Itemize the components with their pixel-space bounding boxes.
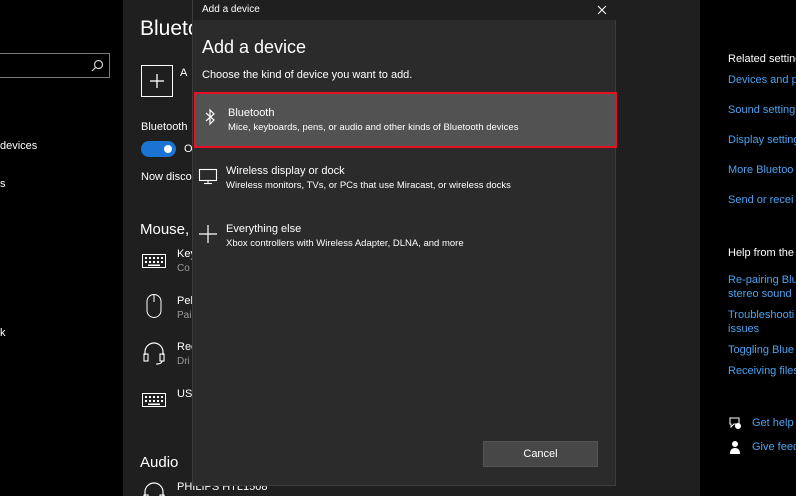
dialog-titlebar-text: Add a device [202, 4, 260, 15]
help-link-repairing[interactable]: Re-pairing Blu [728, 274, 796, 286]
close-icon[interactable] [595, 3, 609, 17]
monitor-icon [198, 168, 218, 185]
settings-search-box[interactable] [0, 53, 110, 78]
help-link-repairing-2[interactable]: stereo sound [728, 288, 792, 300]
option-description: Mice, keyboards, pens, or audio and othe… [228, 122, 519, 133]
bluetooth-toggle[interactable] [141, 141, 176, 157]
option-bluetooth[interactable]: Bluetooth Mice, keyboards, pens, or audi… [194, 92, 617, 148]
related-settings-heading: Related setting [728, 53, 796, 65]
plus-icon [150, 74, 164, 88]
help-link-receiving-files[interactable]: Receiving files [728, 365, 796, 377]
dialog-heading: Add a device [202, 37, 307, 57]
keyboard-icon [142, 393, 166, 407]
add-device-dialog: Add a device Add a device Choose the kin… [192, 0, 617, 486]
search-icon [91, 59, 104, 72]
related-link-display-settings[interactable]: Display setting [728, 134, 796, 146]
plus-icon [199, 225, 217, 243]
bluetooth-icon [205, 108, 215, 126]
dialog-subtitle: Choose the kind of device you want to ad… [202, 69, 413, 81]
device-status: Co [177, 263, 190, 274]
cancel-button[interactable]: Cancel [483, 441, 598, 467]
help-link-troubleshooting-2[interactable]: issues [728, 323, 759, 335]
keyboard-icon [142, 254, 166, 268]
related-link-send-receive[interactable]: Send or recei [728, 194, 793, 206]
option-title: Wireless display or dock [226, 165, 345, 177]
bluetooth-toggle-label: Bluetooth [141, 121, 188, 133]
device-status: Dri [177, 356, 190, 367]
nav-item-truncated-2[interactable]: k [0, 327, 6, 339]
related-link-sound-settings[interactable]: Sound setting [728, 104, 795, 116]
give-feedback-link[interactable]: Give feed [752, 441, 796, 453]
add-device-label: A [180, 67, 188, 79]
option-title: Everything else [226, 223, 302, 235]
option-description: Wireless monitors, TVs, or PCs that use … [226, 180, 511, 191]
related-link-more-bluetooth[interactable]: More Bluetoo [728, 164, 793, 176]
nav-item-devices[interactable]: devices [0, 140, 37, 152]
mouse-section-heading: Mouse, [140, 221, 190, 238]
option-everything-else[interactable]: Everything else Xbox controllers with Wi… [193, 209, 617, 265]
nav-item-truncated[interactable]: s [0, 178, 6, 190]
discoverable-status: Now disco [141, 171, 192, 183]
option-title: Bluetooth [228, 107, 275, 119]
add-device-tile[interactable] [141, 65, 173, 97]
dialog-titlebar: Add a device [193, 0, 617, 20]
help-link-troubleshooting[interactable]: Troubleshooti [728, 309, 794, 321]
help-link-toggling[interactable]: Toggling Blue [728, 344, 794, 356]
audio-section-heading: Audio [140, 454, 179, 471]
get-help-link[interactable]: Get help [752, 417, 794, 429]
mouse-icon [146, 294, 162, 318]
get-help-icon [729, 417, 741, 429]
headphones-icon [143, 482, 165, 496]
headset-icon [143, 342, 165, 365]
option-wireless-display[interactable]: Wireless display or dock Wireless monito… [193, 151, 617, 207]
device-status: Pai [177, 310, 192, 321]
related-link-devices-printers[interactable]: Devices and p [728, 74, 796, 86]
option-description: Xbox controllers with Wireless Adapter, … [226, 238, 464, 249]
help-heading: Help from the [728, 247, 795, 259]
feedback-icon [730, 441, 740, 454]
